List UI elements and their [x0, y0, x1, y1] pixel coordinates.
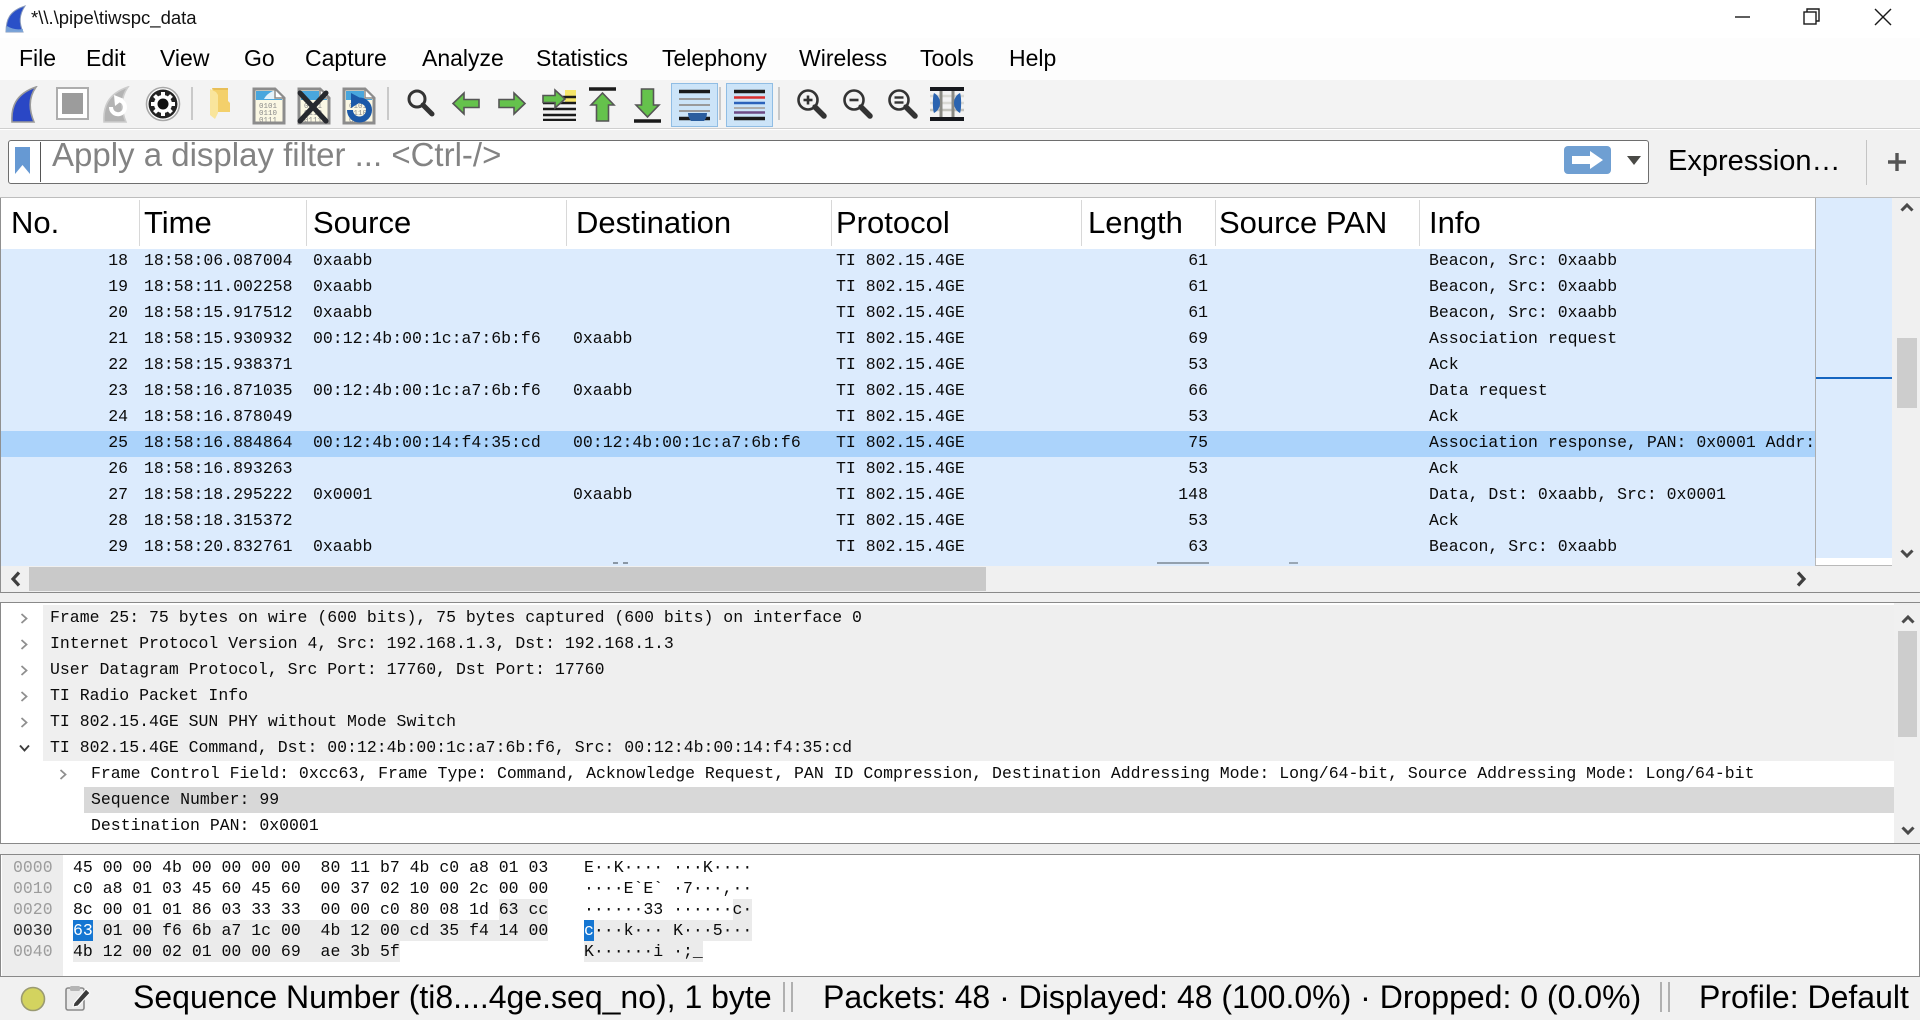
svg-text:0111: 0111	[304, 117, 323, 125]
svg-text:0111: 0111	[259, 117, 278, 125]
